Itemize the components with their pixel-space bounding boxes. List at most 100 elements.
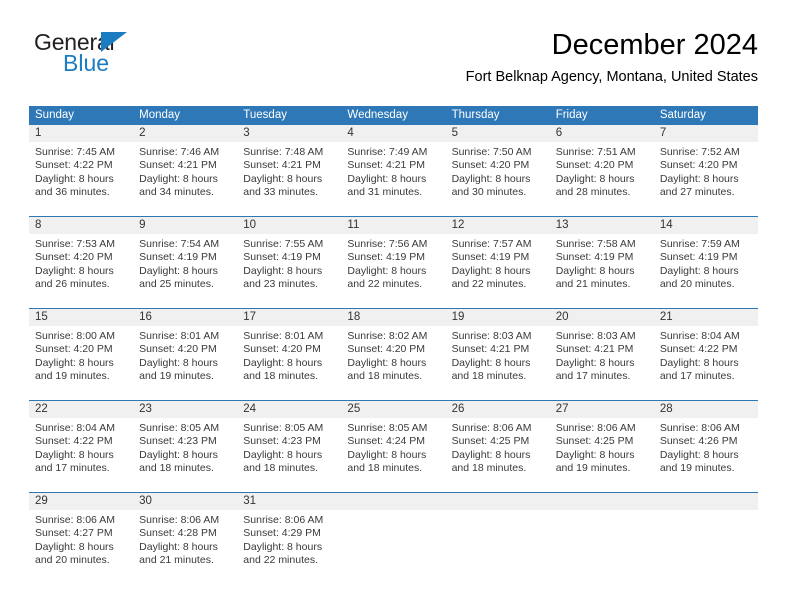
- day-number[interactable]: 1: [29, 125, 133, 142]
- day-sunrise-text: Sunrise: 7:57 AM: [451, 238, 532, 250]
- day-cell[interactable]: Sunrise: 7:46 AM Sunset: 4:21 PM Daylight:…: [133, 146, 237, 204]
- day-sunrise-text: Sunrise: 7:58 AM: [555, 238, 636, 250]
- day-number[interactable]: 4: [341, 125, 445, 142]
- day-cell[interactable]: Sunrise: 8:05 AM Sunset: 4:23 PM Daylight:…: [237, 422, 341, 480]
- day-sunrise-text: Sunrise: 8:00 AM: [35, 330, 115, 342]
- day-daylight-text: and 28 minutes.: [555, 186, 631, 199]
- day-daylight-text: Daylight: 8 hours: [35, 264, 114, 277]
- day-sunrise-text: Sunrise: 8:01 AM: [139, 330, 220, 342]
- day-number[interactable]: 25: [341, 401, 445, 418]
- day-cell[interactable]: Sunrise: 8:06 AM Sunset: 4:25 PM Daylight:…: [550, 422, 654, 480]
- day-cell[interactable]: Sunrise: 8:03 AM Sunset: 4:21 PM Daylight:…: [550, 330, 654, 388]
- day-number[interactable]: 9: [133, 217, 237, 234]
- day-number[interactable]: 31: [237, 493, 341, 510]
- day-cell[interactable]: Sunrise: 8:06 AM Sunset: 4:25 PM Daylight:…: [446, 422, 550, 480]
- day-cell[interactable]: Sunrise: 8:01 AM Sunset: 4:20 PM Daylight:…: [237, 330, 341, 388]
- day-number[interactable]: 17: [237, 309, 341, 326]
- day-number[interactable]: 7: [654, 125, 758, 142]
- day-cell[interactable]: Sunrise: 8:03 AM Sunset: 4:21 PM Daylight:…: [446, 330, 550, 388]
- day-cell[interactable]: Sunrise: 7:59 AM Sunset: 4:19 PM Daylight:…: [654, 238, 758, 296]
- day-daylight-text: Daylight: 8 hours: [139, 264, 218, 277]
- day-cell[interactable]: Sunrise: 7:48 AM Sunset: 4:21 PM Daylight:…: [237, 146, 341, 204]
- day-number[interactable]: 11: [341, 217, 445, 234]
- day-number[interactable]: 21: [654, 309, 758, 326]
- day-number[interactable]: 27: [550, 401, 654, 418]
- day-cell[interactable]: Sunrise: 7:49 AM Sunset: 4:21 PM Daylight:…: [341, 146, 445, 204]
- day-number[interactable]: 23: [133, 401, 237, 418]
- day-daylight-text: Daylight: 8 hours: [659, 264, 739, 277]
- day-sunset-text: Sunset: 4:21 PM: [139, 159, 217, 172]
- calendar-weeks: 1 2 3 4 5 6 7 Sunrise: 7:45 AM Sunset: 4:22 PM Da…: [29, 125, 758, 572]
- day-number[interactable]: 13: [550, 217, 654, 234]
- day-number[interactable]: 15: [29, 309, 133, 326]
- day-sunrise-text: Sunrise: 8:06 AM: [555, 422, 636, 434]
- day-cell[interactable]: Sunrise: 7:52 AM Sunset: 4:20 PM Daylight:…: [654, 146, 758, 204]
- day-cell[interactable]: Sunrise: 8:00 AM Sunset: 4:20 PM Daylight:…: [29, 330, 133, 388]
- day-sunrise-text: Sunrise: 7:54 AM: [139, 238, 220, 250]
- day-number: [446, 493, 550, 510]
- day-daylight-text: and 18 minutes.: [243, 462, 318, 475]
- day-daylight-text: and 30 minutes.: [451, 186, 527, 199]
- logo-text-blue: Blue: [63, 50, 110, 76]
- day-number[interactable]: 14: [654, 217, 758, 234]
- day-cell[interactable]: Sunrise: 7:58 AM Sunset: 4:19 PM Daylight:…: [550, 238, 654, 296]
- day-sunrise-text: Sunrise: 8:04 AM: [35, 422, 115, 434]
- day-number[interactable]: 28: [654, 401, 758, 418]
- day-sunset-text: Sunset: 4:25 PM: [555, 435, 634, 448]
- day-cell[interactable]: Sunrise: 8:06 AM Sunset: 4:29 PM Daylight:…: [237, 514, 341, 572]
- day-number[interactable]: 29: [29, 493, 133, 510]
- day-sunrise-text: Sunrise: 8:02 AM: [347, 330, 428, 342]
- day-daylight-text: Daylight: 8 hours: [243, 172, 323, 185]
- day-cell[interactable]: Sunrise: 8:02 AM Sunset: 4:20 PM Daylight:…: [341, 330, 445, 388]
- day-number[interactable]: 19: [446, 309, 550, 326]
- day-cell[interactable]: Sunrise: 7:55 AM Sunset: 4:19 PM Daylight:…: [237, 238, 341, 296]
- day-number[interactable]: 18: [341, 309, 445, 326]
- day-cell[interactable]: Sunrise: 8:05 AM Sunset: 4:24 PM Daylight:…: [341, 422, 445, 480]
- day-cell[interactable]: Sunrise: 8:04 AM Sunset: 4:22 PM Daylight:…: [654, 330, 758, 388]
- day-cell[interactable]: Sunrise: 8:06 AM Sunset: 4:27 PM Daylight:…: [29, 514, 133, 572]
- day-daylight-text: and 22 minutes.: [451, 278, 527, 291]
- day-cell[interactable]: Sunrise: 7:51 AM Sunset: 4:20 PM Daylight:…: [550, 146, 654, 204]
- calendar-week-row: 29 30 31 Sunrise: 8:06 AM Sunset: 4:27 PM Day…: [29, 480, 758, 572]
- day-number[interactable]: 5: [446, 125, 550, 142]
- day-sunset-text: Sunset: 4:20 PM: [139, 343, 217, 356]
- day-number[interactable]: 30: [133, 493, 237, 510]
- day-number: [341, 493, 445, 510]
- week-spacer: [29, 480, 758, 492]
- day-cell[interactable]: Sunrise: 8:01 AM Sunset: 4:20 PM Daylight:…: [133, 330, 237, 388]
- day-daylight-text: and 18 minutes.: [347, 462, 423, 475]
- day-number[interactable]: 12: [446, 217, 550, 234]
- day-number[interactable]: 2: [133, 125, 237, 142]
- day-number[interactable]: 26: [446, 401, 550, 418]
- day-cell[interactable]: Sunrise: 8:05 AM Sunset: 4:23 PM Daylight:…: [133, 422, 237, 480]
- day-daylight-text: Daylight: 8 hours: [451, 264, 531, 277]
- day-number[interactable]: 24: [237, 401, 341, 418]
- day-number[interactable]: 22: [29, 401, 133, 418]
- day-number[interactable]: 10: [237, 217, 341, 234]
- day-sunrise-text: Sunrise: 7:59 AM: [659, 238, 740, 250]
- day-daylight-text: and 34 minutes.: [139, 186, 214, 199]
- day-cell[interactable]: Sunrise: 7:50 AM Sunset: 4:20 PM Daylight:…: [446, 146, 550, 204]
- day-daylight-text: and 18 minutes.: [451, 462, 527, 475]
- day-sunrise-text: Sunrise: 8:06 AM: [451, 422, 532, 434]
- day-cell[interactable]: Sunrise: 7:53 AM Sunset: 4:20 PM Daylight:…: [29, 238, 133, 296]
- day-cell[interactable]: Sunrise: 7:56 AM Sunset: 4:19 PM Daylight:…: [341, 238, 445, 296]
- day-cell[interactable]: Sunrise: 8:04 AM Sunset: 4:22 PM Daylight:…: [29, 422, 133, 480]
- day-number[interactable]: 6: [550, 125, 654, 142]
- day-daylight-text: Daylight: 8 hours: [347, 264, 427, 277]
- day-cell[interactable]: Sunrise: 7:45 AM Sunset: 4:22 PM Daylight:…: [29, 146, 133, 204]
- day-daylight-text: and 22 minutes.: [347, 278, 423, 291]
- day-daylight-text: and 21 minutes.: [139, 554, 214, 567]
- day-sunset-text: Sunset: 4:29 PM: [243, 527, 321, 540]
- day-sunset-text: Sunset: 4:23 PM: [139, 435, 217, 448]
- day-sunset-text: Sunset: 4:24 PM: [347, 435, 426, 448]
- day-cell[interactable]: Sunrise: 8:06 AM Sunset: 4:26 PM Daylight:…: [654, 422, 758, 480]
- day-number[interactable]: 20: [550, 309, 654, 326]
- day-cell[interactable]: Sunrise: 7:57 AM Sunset: 4:19 PM Daylight:…: [446, 238, 550, 296]
- day-cell[interactable]: Sunrise: 7:54 AM Sunset: 4:19 PM Daylight:…: [133, 238, 237, 296]
- day-number[interactable]: 16: [133, 309, 237, 326]
- day-sunrise-text: Sunrise: 8:01 AM: [243, 330, 324, 342]
- day-cell[interactable]: Sunrise: 8:06 AM Sunset: 4:28 PM Daylight:…: [133, 514, 237, 572]
- day-number[interactable]: 8: [29, 217, 133, 234]
- day-number[interactable]: 3: [237, 125, 341, 142]
